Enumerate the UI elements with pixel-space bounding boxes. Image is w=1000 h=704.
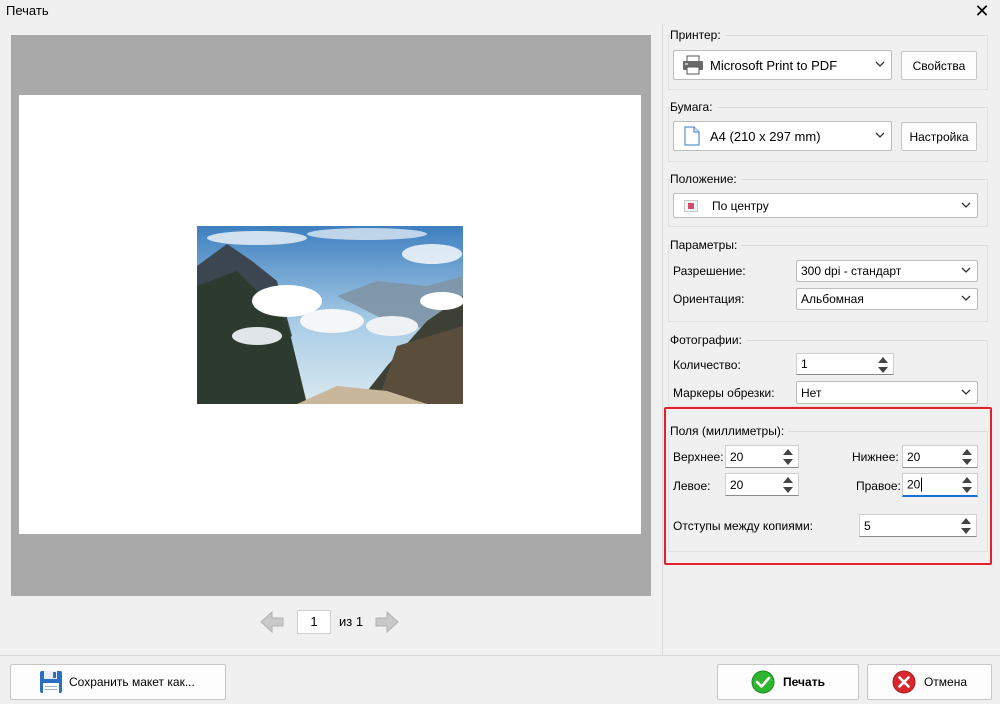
chevron-down-icon	[875, 61, 885, 67]
vertical-divider	[662, 24, 663, 656]
copies-count-stepper[interactable]: 1	[796, 353, 894, 375]
copies-count-label: Количество:	[673, 358, 741, 372]
chevron-down-icon	[961, 295, 971, 301]
close-icon[interactable]: ✕	[972, 1, 992, 21]
save-layout-label: Сохранить макет как...	[69, 675, 195, 689]
preview-photo	[197, 226, 463, 404]
margins-highlight-frame	[664, 407, 992, 565]
position-group: Положение: По центру	[668, 172, 988, 227]
printer-label: Принтер:	[670, 28, 725, 42]
crop-marks-label: Маркеры обрезки:	[673, 386, 775, 400]
save-layout-button[interactable]: Сохранить макет как...	[10, 664, 226, 700]
floppy-disk-icon	[40, 671, 62, 693]
crop-marks-select[interactable]: Нет	[796, 381, 978, 404]
center-position-icon	[684, 199, 698, 212]
resolution-value: 300 dpi - стандарт	[801, 264, 902, 278]
params-label: Параметры:	[670, 238, 742, 252]
window-title: Печать	[6, 3, 49, 18]
checkmark-icon	[751, 670, 775, 694]
orientation-label: Ориентация:	[673, 292, 745, 306]
print-preview	[11, 35, 651, 596]
paper-group: Бумага: A4 (210 x 297 mm) Настройка	[668, 100, 988, 162]
prev-page-arrow-icon[interactable]	[258, 608, 286, 636]
chevron-down-icon	[961, 389, 971, 395]
position-value: По центру	[712, 198, 769, 213]
copies-count-value: 1	[801, 357, 808, 371]
printer-value: Microsoft Print to PDF	[710, 57, 838, 73]
next-page-arrow-icon[interactable]	[373, 608, 401, 636]
title-bar: Печать ✕	[0, 0, 1000, 24]
cancel-button[interactable]: Отмена	[867, 664, 992, 700]
crop-marks-value: Нет	[801, 385, 822, 400]
printer-group: Принтер: Microsoft Print to PDF Свойства	[668, 28, 988, 90]
chevron-down-icon	[875, 132, 885, 138]
photos-label: Фотографии:	[670, 333, 746, 347]
params-group: Параметры: Разрешение: 300 dpi - стандар…	[668, 238, 988, 322]
paper-select[interactable]: A4 (210 x 297 mm)	[673, 121, 892, 151]
spin-arrows-icon[interactable]	[876, 356, 890, 374]
photos-group: Фотографии: Количество: 1 Маркеры обрезк…	[668, 333, 988, 407]
resolution-select[interactable]: 300 dpi - стандарт	[796, 260, 978, 282]
paper-setup-button[interactable]: Настройка	[901, 122, 977, 151]
preview-page	[19, 95, 641, 534]
print-button-label: Печать	[783, 675, 825, 689]
page-count-label: из 1	[339, 614, 364, 629]
cancel-x-icon	[892, 670, 916, 694]
cancel-button-label: Отмена	[923, 675, 968, 689]
printer-select[interactable]: Microsoft Print to PDF	[673, 50, 892, 80]
position-select[interactable]: По центру	[673, 193, 978, 218]
printer-icon	[683, 55, 703, 75]
position-label: Положение:	[670, 172, 741, 186]
print-button[interactable]: Печать	[717, 664, 859, 700]
page-number-input[interactable]: 1	[297, 610, 331, 634]
resolution-label: Разрешение:	[673, 264, 746, 278]
orientation-value: Альбомная	[801, 292, 864, 306]
chevron-down-icon	[961, 202, 971, 208]
orientation-select[interactable]: Альбомная	[796, 288, 978, 310]
page-navigator: 1 из 1	[0, 608, 662, 636]
printer-properties-button[interactable]: Свойства	[901, 51, 977, 80]
paper-icon	[684, 126, 700, 146]
paper-value: A4 (210 x 297 mm)	[710, 128, 821, 144]
paper-label: Бумага:	[670, 100, 717, 114]
footer-divider	[0, 655, 1000, 656]
chevron-down-icon	[961, 267, 971, 273]
